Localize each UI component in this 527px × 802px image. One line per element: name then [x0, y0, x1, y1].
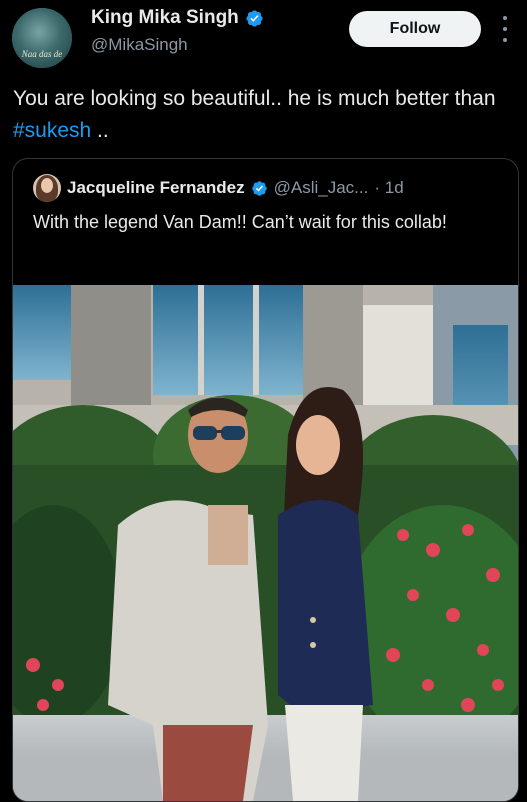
quoted-avatar[interactable]	[33, 174, 61, 202]
quoted-tweet-text: With the legend Van Dam!! Can’t wait for…	[33, 212, 447, 232]
hashtag-link[interactable]: #sukesh	[13, 119, 91, 142]
avatar[interactable]: Naa das de	[12, 8, 72, 68]
author-handle[interactable]: @MikaSingh	[91, 35, 188, 55]
tweet-text: You are looking so beautiful.. he is muc…	[13, 83, 513, 147]
author-name[interactable]: King Mika Singh	[91, 7, 239, 29]
tweet-header: Naa das de King Mika Singh @MikaSingh Fo…	[0, 0, 527, 80]
verified-badge-icon	[246, 9, 263, 27]
tweet-text-end: ..	[91, 119, 109, 142]
verified-badge-icon	[251, 180, 267, 196]
follow-button[interactable]: Follow	[349, 11, 481, 47]
tweet-text-main: You are looking so beautiful.. he is muc…	[13, 87, 496, 110]
more-options-icon[interactable]	[500, 16, 510, 42]
quoted-tweet[interactable]: Jacqueline Fernandez @Asli_Jac... · 1d W…	[12, 158, 519, 802]
avatar-text: Naa das de	[21, 49, 63, 59]
quoted-author-name[interactable]: Jacqueline Fernandez	[67, 178, 245, 198]
quoted-photo[interactable]	[13, 285, 518, 801]
quoted-timestamp[interactable]: · 1d	[374, 178, 403, 198]
avatar-image	[12, 8, 72, 68]
author-row: King Mika Singh	[91, 7, 264, 29]
quoted-author-handle[interactable]: @Asli_Jac...	[274, 178, 369, 198]
quoted-tweet-header: Jacqueline Fernandez @Asli_Jac... · 1d	[33, 174, 404, 202]
